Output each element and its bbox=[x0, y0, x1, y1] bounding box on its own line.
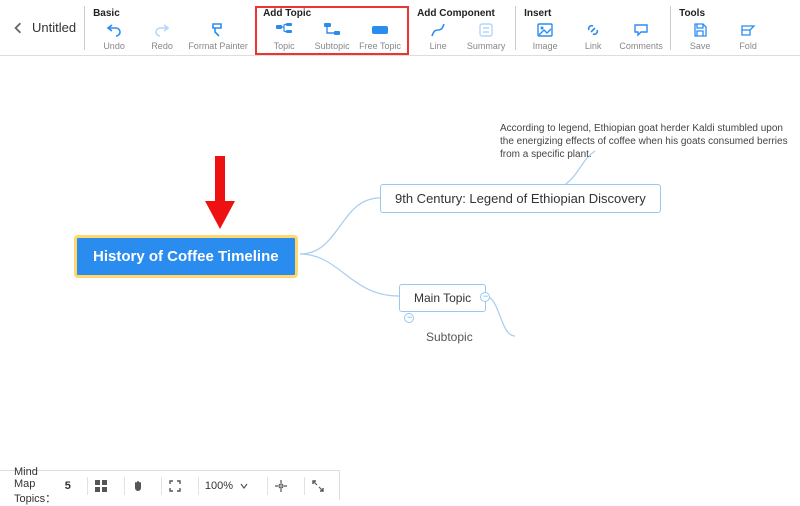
group-add-component-label: Add Component bbox=[417, 8, 507, 19]
undo-button[interactable]: Undo bbox=[93, 21, 135, 51]
redo-icon bbox=[153, 21, 171, 39]
topic-node[interactable]: Main Topic bbox=[399, 284, 486, 312]
subtopic-node[interactable]: Subtopic bbox=[422, 328, 477, 346]
topic-node[interactable]: 9th Century: Legend of Ethiopian Discove… bbox=[380, 184, 661, 213]
title-area: Untitled bbox=[4, 0, 84, 55]
zoom-level[interactable]: 100% bbox=[198, 477, 257, 495]
free-topic-button[interactable]: Free Topic bbox=[359, 21, 401, 51]
target-icon bbox=[274, 479, 288, 493]
link-button[interactable]: Link bbox=[572, 21, 614, 51]
line-icon bbox=[429, 21, 447, 39]
collapse-toggle[interactable] bbox=[404, 313, 414, 323]
save-button[interactable]: Save bbox=[679, 21, 721, 51]
fullscreen-button[interactable] bbox=[304, 477, 331, 495]
group-add-topic: Add Topic Topic Subtopic Free Topic bbox=[255, 6, 409, 55]
group-add-component: Add Component Line Summary bbox=[409, 6, 515, 55]
line-button[interactable]: Line bbox=[417, 21, 459, 51]
fit-button[interactable] bbox=[161, 477, 188, 495]
topic-count: Mind Map Topics： 5 bbox=[8, 477, 77, 495]
group-basic-label: Basic bbox=[93, 8, 247, 19]
chevron-left-icon[interactable] bbox=[12, 21, 24, 33]
center-button[interactable] bbox=[267, 477, 294, 495]
status-bar: Mind Map Topics： 5 100% bbox=[0, 470, 340, 500]
document-title[interactable]: Untitled bbox=[32, 20, 76, 35]
comments-icon bbox=[632, 21, 650, 39]
central-topic-node[interactable]: History of Coffee Timeline bbox=[75, 236, 297, 277]
fold-button[interactable]: Fold bbox=[727, 21, 769, 51]
subtopic-icon bbox=[323, 21, 341, 39]
format-painter-icon bbox=[209, 21, 227, 39]
group-tools-label: Tools bbox=[679, 8, 769, 19]
group-insert: Insert Image Link Comments bbox=[516, 6, 670, 55]
topic-annotation: According to legend, Ethiopian goat herd… bbox=[500, 122, 790, 161]
summary-icon bbox=[477, 21, 495, 39]
topic-icon bbox=[275, 21, 293, 39]
free-topic-icon bbox=[371, 21, 389, 39]
save-icon bbox=[691, 21, 709, 39]
expand-icon bbox=[311, 479, 325, 493]
image-button[interactable]: Image bbox=[524, 21, 566, 51]
collapse-toggle[interactable] bbox=[480, 292, 490, 302]
toolbar: Untitled Basic Undo Redo Format Painter … bbox=[0, 0, 800, 56]
group-basic: Basic Undo Redo Format Painter bbox=[85, 6, 255, 55]
fit-icon bbox=[168, 479, 182, 493]
undo-icon bbox=[105, 21, 123, 39]
hand-icon bbox=[131, 479, 145, 493]
pan-button[interactable] bbox=[124, 477, 151, 495]
format-painter-button[interactable]: Format Painter bbox=[189, 21, 247, 51]
redo-button[interactable]: Redo bbox=[141, 21, 183, 51]
chevron-down-icon bbox=[237, 479, 251, 493]
fold-icon bbox=[739, 21, 757, 39]
group-add-topic-label: Add Topic bbox=[263, 8, 401, 19]
layout-grid-button[interactable] bbox=[87, 477, 114, 495]
annotation-arrow-icon bbox=[200, 151, 240, 236]
topic-button[interactable]: Topic bbox=[263, 21, 305, 51]
comments-button[interactable]: Comments bbox=[620, 21, 662, 51]
image-icon bbox=[536, 21, 554, 39]
group-tools: Tools Save Fold bbox=[671, 6, 777, 55]
grid-icon bbox=[94, 479, 108, 493]
group-insert-label: Insert bbox=[524, 8, 662, 19]
mindmap-canvas[interactable]: According to legend, Ethiopian goat herd… bbox=[0, 56, 800, 476]
subtopic-button[interactable]: Subtopic bbox=[311, 21, 353, 51]
summary-button[interactable]: Summary bbox=[465, 21, 507, 51]
link-icon bbox=[584, 21, 602, 39]
